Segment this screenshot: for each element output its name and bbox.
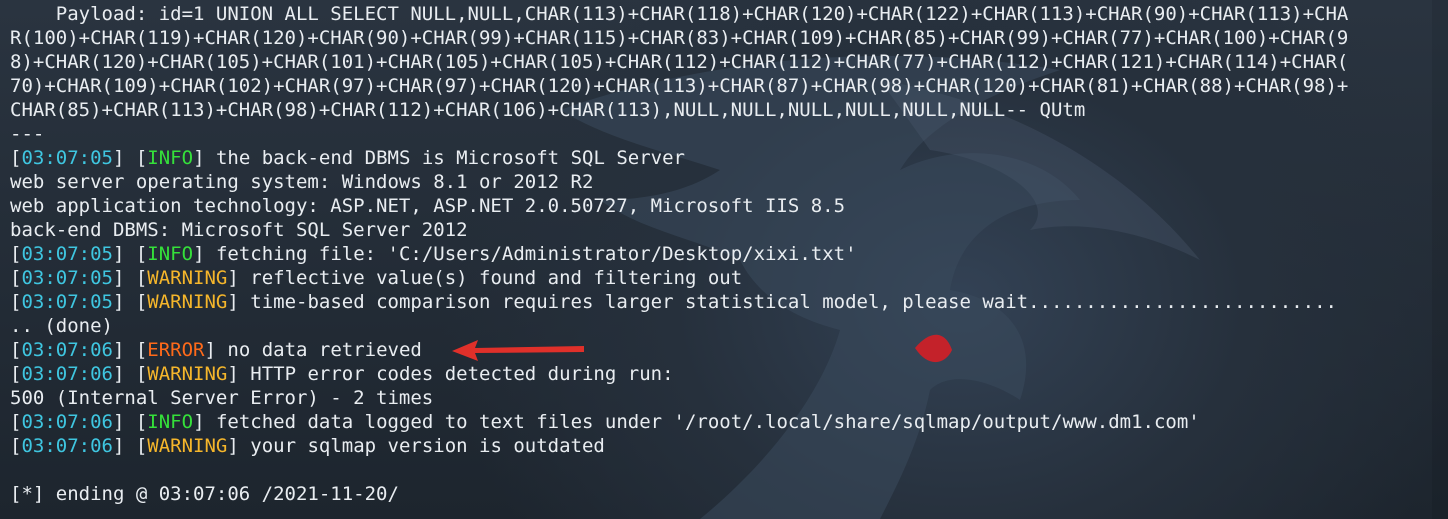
log-level: INFO <box>147 411 194 433</box>
bracket-close: ] <box>227 291 239 313</box>
bracket-sep: ] [ <box>112 339 148 361</box>
plain-output-line: .. (done) <box>10 315 113 337</box>
bracket-close: ] <box>193 243 205 265</box>
bracket-sep: ] [ <box>112 147 148 169</box>
log-timestamp: 03:07:06 <box>21 363 113 385</box>
plain-output-line: web server operating system: Windows 8.1… <box>10 171 594 193</box>
payload-line: Payload: id=1 UNION ALL SELECT NULL,NULL… <box>10 3 1349 25</box>
log-message: reflective value(s) found and filtering … <box>238 267 743 289</box>
log-line-info: [03:07:05] [INFO] the back-end DBMS is M… <box>10 146 1414 170</box>
log-line-info: [03:07:06] [INFO] fetched data logged to… <box>10 410 1414 434</box>
payload-line: R(100)+CHAR(119)+CHAR(120)+CHAR(90)+CHAR… <box>10 27 1349 49</box>
bracket-open: [ <box>10 291 22 313</box>
log-level: WARNING <box>147 363 228 385</box>
log-level: WARNING <box>147 267 228 289</box>
log-timestamp: 03:07:05 <box>21 291 113 313</box>
log-lines: [03:07:05] [INFO] the back-end DBMS is M… <box>10 146 1414 506</box>
bracket-open: [ <box>10 435 22 457</box>
bracket-close: ] <box>204 339 216 361</box>
log-message: time-based comparison requires larger st… <box>238 291 1337 313</box>
log-line-error: [03:07:06] [ERROR] no data retrieved <box>10 338 1414 362</box>
bracket-open: [ <box>10 363 22 385</box>
bracket-close: ] <box>193 411 205 433</box>
bracket-open: [ <box>10 147 22 169</box>
log-level: ERROR <box>147 339 205 361</box>
plain-output-line: 500 (Internal Server Error) - 2 times <box>10 387 434 409</box>
bracket-sep: ] [ <box>112 363 148 385</box>
red-arrow-icon <box>452 340 584 361</box>
terminal-output: Payload: id=1 UNION ALL SELECT NULL,NULL… <box>10 2 1414 506</box>
log-message: no data retrieved <box>215 339 422 361</box>
log-timestamp: 03:07:06 <box>21 339 113 361</box>
bracket-sep: ] [ <box>112 435 148 457</box>
plain-output-line <box>10 458 1414 482</box>
bracket-sep: ] [ <box>112 267 148 289</box>
plain-output-line: web application technology: ASP.NET, ASP… <box>10 195 846 217</box>
log-timestamp: 03:07:05 <box>21 267 113 289</box>
bracket-open: [ <box>10 243 22 265</box>
bracket-open: [ <box>10 411 22 433</box>
log-message: the back-end DBMS is Microsoft SQL Serve… <box>204 147 685 169</box>
log-timestamp: 03:07:06 <box>21 435 113 457</box>
log-level: WARNING <box>147 291 228 313</box>
payload-line: CHAR(85)+CHAR(113)+CHAR(98)+CHAR(112)+CH… <box>10 99 1086 121</box>
bracket-open: [ <box>10 267 22 289</box>
log-level: INFO <box>147 243 194 265</box>
bracket-sep: ] [ <box>112 291 148 313</box>
log-line-info: [03:07:05] [INFO] fetching file: 'C:/Use… <box>10 242 1414 266</box>
log-message: fetching file: 'C:/Users/Administrator/D… <box>204 243 857 265</box>
bracket-close: ] <box>227 435 239 457</box>
bracket-sep: ] [ <box>112 411 148 433</box>
bracket-close: ] <box>227 267 239 289</box>
plain-output-line: back-end DBMS: Microsoft SQL Server 2012 <box>10 219 468 241</box>
log-message: fetched data logged to text files under … <box>204 411 1200 433</box>
bracket-close: ] <box>193 147 205 169</box>
log-timestamp: 03:07:06 <box>21 411 113 433</box>
separator-line: --- <box>10 123 45 145</box>
log-line-warning: [03:07:05] [WARNING] time-based comparis… <box>10 290 1414 314</box>
log-line-warning: [03:07:06] [WARNING] HTTP error codes de… <box>10 362 1414 386</box>
bracket-sep: ] [ <box>112 243 148 265</box>
scrollbar[interactable] <box>1432 0 1448 519</box>
log-message: HTTP error codes detected during run: <box>238 363 674 385</box>
payload-line: 8)+CHAR(120)+CHAR(105)+CHAR(101)+CHAR(10… <box>10 51 1349 73</box>
log-level: WARNING <box>147 435 228 457</box>
log-level: INFO <box>147 147 194 169</box>
log-timestamp: 03:07:05 <box>21 147 113 169</box>
log-line-warning: [03:07:06] [WARNING] your sqlmap version… <box>10 434 1414 458</box>
log-line-warning: [03:07:05] [WARNING] reflective value(s)… <box>10 266 1414 290</box>
payload-line: 70)+CHAR(109)+CHAR(102)+CHAR(97)+CHAR(97… <box>10 75 1349 97</box>
plain-output-line: [*] ending @ 03:07:06 /2021-11-20/ <box>10 483 399 505</box>
bracket-open: [ <box>10 339 22 361</box>
log-message: your sqlmap version is outdated <box>238 435 605 457</box>
bracket-close: ] <box>227 363 239 385</box>
log-timestamp: 03:07:05 <box>21 243 113 265</box>
